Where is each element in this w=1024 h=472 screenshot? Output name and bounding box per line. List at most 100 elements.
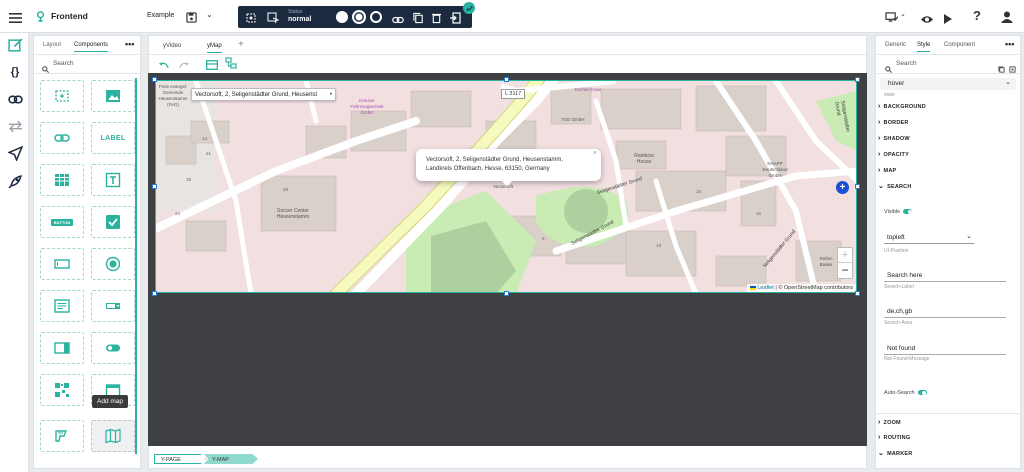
- component-container[interactable]: [40, 80, 84, 112]
- play-icon[interactable]: [944, 11, 952, 29]
- component-checkbox[interactable]: [91, 206, 135, 238]
- state-select[interactable]: hover ⌄: [880, 78, 1016, 90]
- component-search-input[interactable]: Search: [53, 60, 74, 67]
- tree-view-icon[interactable]: [225, 56, 237, 74]
- paste-style-icon[interactable]: [1009, 60, 1016, 78]
- leaflet-link[interactable]: Leaflet: [757, 285, 774, 291]
- component-input[interactable]: [40, 248, 84, 280]
- section-opacity[interactable]: OPACITY: [878, 151, 909, 158]
- visible-toggle[interactable]: [903, 209, 913, 215]
- scrollbar[interactable]: [135, 78, 137, 454]
- resize-handle[interactable]: [855, 77, 860, 82]
- chevron-down-icon[interactable]: ⌄: [900, 10, 906, 18]
- resize-handle[interactable]: [152, 291, 157, 296]
- more-options-icon[interactable]: •••: [125, 39, 134, 49]
- section-border[interactable]: BORDER: [878, 119, 909, 126]
- tab-yvideo[interactable]: yVideo: [163, 43, 181, 49]
- state-ring-filled-icon[interactable]: [352, 10, 366, 24]
- component-textarea[interactable]: [40, 290, 84, 322]
- section-search[interactable]: SEARCH: [878, 182, 912, 190]
- status-value[interactable]: normal: [288, 16, 311, 23]
- section-routing[interactable]: ROUTING: [878, 434, 911, 441]
- eye-icon[interactable]: [920, 11, 934, 29]
- component-radio[interactable]: [91, 248, 135, 280]
- tab-component[interactable]: Component: [944, 42, 975, 48]
- breadcrumb-item-y-page[interactable]: Y-PAGE: [154, 454, 206, 464]
- component-button[interactable]: BUTTON: [40, 206, 84, 238]
- resize-handle[interactable]: [152, 184, 157, 189]
- tab-style[interactable]: Style: [917, 42, 931, 52]
- edit-icon[interactable]: [7, 37, 23, 53]
- search-label-input[interactable]: Search here: [884, 272, 1006, 282]
- delete-icon[interactable]: [431, 11, 442, 29]
- user-icon[interactable]: [1001, 10, 1013, 28]
- project-name[interactable]: Example: [147, 12, 174, 19]
- zoom-out-button[interactable]: −: [838, 263, 852, 278]
- rocket-icon[interactable]: [7, 173, 23, 189]
- device-preview-icon[interactable]: [885, 10, 899, 28]
- component-qrcode[interactable]: [40, 374, 84, 406]
- resize-handle[interactable]: [855, 291, 860, 296]
- resize-handle[interactable]: [504, 291, 509, 296]
- tab-components[interactable]: Components: [74, 42, 109, 52]
- map-component[interactable]: Freie evangel. Gemeinde Heusenstamm (FeG…: [155, 80, 857, 293]
- select-frame-icon[interactable]: [245, 11, 257, 29]
- map-search-input[interactable]: Vectorsoft, 2, Seligenstädter Grund, Heu…: [195, 92, 317, 98]
- state-filled-circle-icon[interactable]: [336, 11, 348, 23]
- save-icon[interactable]: [186, 10, 197, 28]
- tab-generic[interactable]: Generic: [885, 42, 906, 48]
- breadcrumb-label: Y-MAP: [212, 456, 229, 463]
- select-child-icon[interactable]: [267, 11, 280, 29]
- section-marker[interactable]: MARKER: [878, 449, 912, 457]
- component-select[interactable]: [91, 290, 135, 322]
- component-link[interactable]: [40, 122, 84, 154]
- style-search-input[interactable]: Search: [896, 60, 917, 67]
- auto-search-toggle[interactable]: [917, 390, 927, 396]
- add-marker-button[interactable]: +: [836, 181, 849, 194]
- swap-arrows-icon[interactable]: [7, 118, 23, 134]
- resize-handle[interactable]: [152, 77, 157, 82]
- section-shadow[interactable]: SHADOW: [878, 135, 910, 142]
- ui-position-select[interactable]: topleft ⌄: [884, 233, 974, 244]
- map-search-control[interactable]: Vectorsoft, 2, Seligenstädter Grund, Heu…: [191, 88, 336, 101]
- search-area-input[interactable]: de,ch,gb: [884, 308, 1006, 318]
- component-text[interactable]: [91, 164, 135, 196]
- not-found-input[interactable]: Not found: [884, 345, 1006, 355]
- app-logo-icon: [36, 10, 45, 28]
- resize-handle[interactable]: [855, 184, 860, 189]
- link-icon[interactable]: [392, 12, 404, 30]
- send-icon[interactable]: [7, 145, 23, 161]
- chevron-down-icon[interactable]: ⌄: [206, 10, 213, 19]
- link-icon[interactable]: [7, 91, 23, 107]
- resize-handle[interactable]: [504, 77, 509, 82]
- hamburger-menu-icon[interactable]: [9, 10, 22, 23]
- help-icon[interactable]: ?: [973, 8, 981, 23]
- section-map[interactable]: MAP: [878, 167, 897, 174]
- copy-style-icon[interactable]: [998, 60, 1005, 78]
- zoom-in-button[interactable]: +: [838, 248, 852, 263]
- component-table[interactable]: [40, 164, 84, 196]
- state-ring-icon[interactable]: [370, 11, 382, 23]
- pin-icon[interactable]: [463, 2, 475, 14]
- tab-ymap[interactable]: yMap: [207, 43, 222, 53]
- panel-divider: [34, 73, 140, 74]
- component-dropdown[interactable]: [40, 332, 84, 364]
- export-icon[interactable]: [449, 11, 461, 29]
- code-braces-icon[interactable]: {}: [7, 64, 23, 80]
- copy-icon[interactable]: [413, 11, 424, 29]
- component-switch[interactable]: [91, 332, 135, 364]
- search-clear-icon[interactable]: •: [330, 92, 332, 98]
- map-popup: Vectorsoft, 2, Seligenstädter Grund, Heu…: [416, 149, 601, 181]
- component-map[interactable]: [91, 420, 135, 452]
- breadcrumb-item-y-map[interactable]: Y-MAP: [204, 454, 258, 464]
- add-tab-icon[interactable]: +: [238, 39, 244, 50]
- section-zoom[interactable]: ZOOM: [878, 419, 901, 426]
- component-image[interactable]: [91, 80, 135, 112]
- section-background[interactable]: BACKGROUND: [878, 103, 926, 110]
- map-icon: [105, 428, 121, 444]
- tab-layout[interactable]: Layout: [43, 42, 61, 48]
- more-options-icon[interactable]: •••: [1005, 39, 1014, 49]
- component-label[interactable]: LABEL: [91, 122, 135, 154]
- popup-close-icon[interactable]: ×: [593, 150, 597, 157]
- component-barcode-scanner[interactable]: [40, 420, 84, 452]
